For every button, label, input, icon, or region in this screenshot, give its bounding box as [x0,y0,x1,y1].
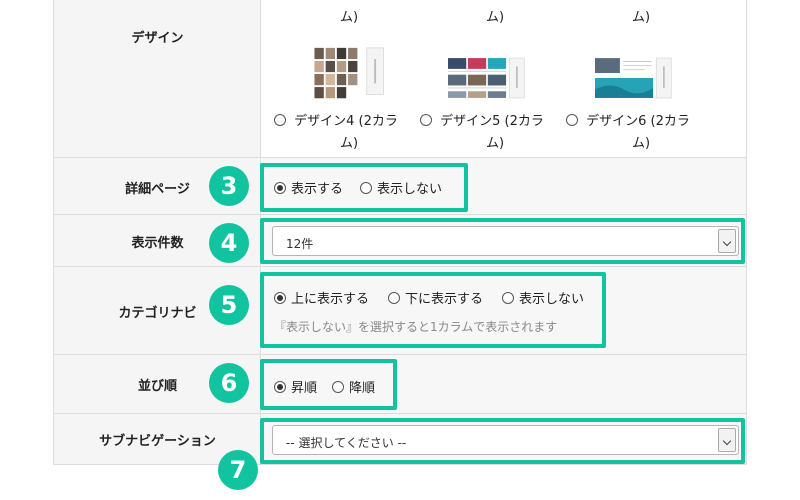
design4-thumbnail[interactable] [310,46,388,102]
design5-option[interactable]: デザイン5 (2カラ [420,110,544,129]
design-row: デザイン ム) ム) ム) デザイン4 (2カラ ム) デザイン5 (2カラ ム… [54,0,746,158]
design4-label: デザイン4 (2カラ [294,114,398,129]
design6-thumbnail[interactable] [595,50,673,106]
design-value-cell: ム) ム) ム) デザイン4 (2カラ ム) デザイン5 (2カラ ム) デザイ… [262,0,746,157]
design-label: デザイン [131,31,184,46]
design-fragment-2: ム) [486,10,505,25]
sort-order-row: 並び順 昇順 降順 [54,355,746,414]
design6-label: デザイン6 (2カラ [586,114,690,129]
design5-thumbnail[interactable] [448,50,526,106]
highlight-category-nav [260,272,606,348]
design-fragment-1: ム) [340,10,359,25]
design5-label: デザイン5 (2カラ [440,114,544,129]
design6-radio[interactable] [566,114,578,126]
highlight-sort-order [260,359,397,410]
design-label-cell: デザイン [54,0,261,157]
sub-navigation-label: サブナビゲーション [99,434,216,449]
step-badge-5: 5 [209,285,249,325]
step-badge-4: 4 [209,223,249,263]
step-badge-3: 3 [209,166,249,206]
design4-label-line2: ム) [340,136,359,151]
step-badge-7: 7 [218,450,258,490]
design6-label-line2: ム) [632,136,651,151]
highlight-display-count [260,218,745,264]
design4-option[interactable]: デザイン4 (2カラ [274,110,398,129]
highlight-detail-page [260,163,468,212]
design5-radio[interactable] [420,114,432,126]
design4-radio[interactable] [274,114,286,126]
design5-label-line2: ム) [486,136,505,151]
highlight-sub-navigation [260,418,745,464]
step-badge-6: 6 [209,363,249,403]
design6-option[interactable]: デザイン6 (2カラ [566,110,690,129]
design-fragment-3: ム) [632,10,651,25]
